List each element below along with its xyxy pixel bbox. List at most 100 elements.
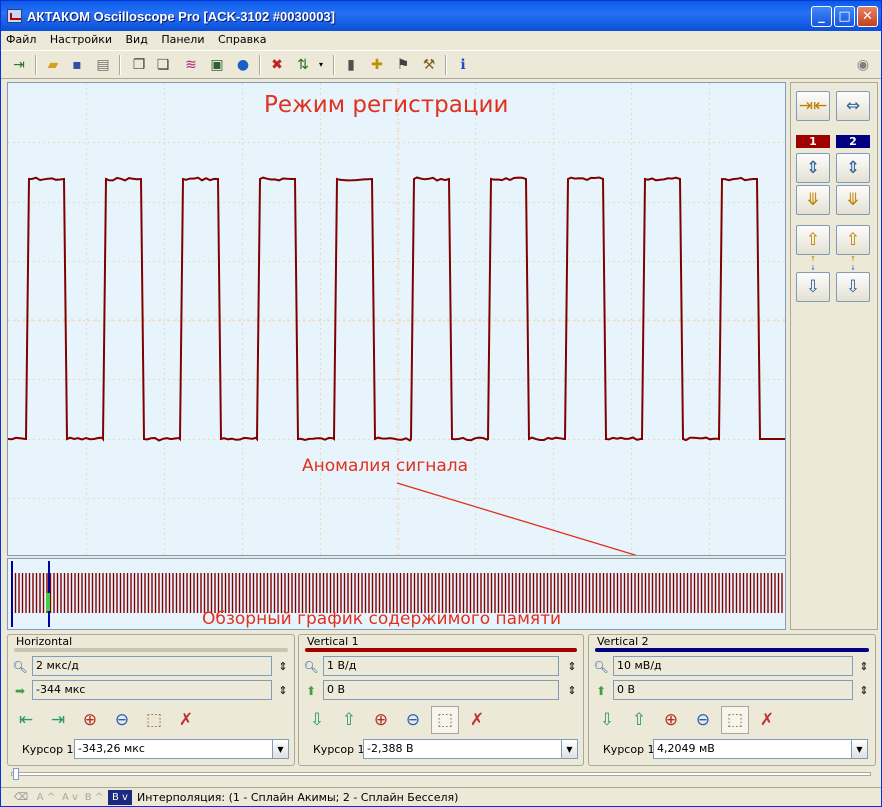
measurements-icon[interactable]: ⚑ xyxy=(393,55,413,75)
oscillogram-plot[interactable]: Режим регистрации Аномалия сигнала xyxy=(7,82,786,556)
menu-help[interactable]: Справка xyxy=(213,31,271,48)
toolbar-separator xyxy=(35,55,37,75)
expand-horizontal-icon[interactable]: ⇔ xyxy=(836,91,870,121)
fit-icon[interactable]: ⬚ xyxy=(721,706,749,734)
shift-right-icon[interactable]: ⇥ xyxy=(44,706,72,734)
scale-field[interactable]: 10 мВ/д xyxy=(613,656,853,676)
device-disconnect-icon[interactable]: ✖ xyxy=(267,55,287,75)
spinner-icon[interactable]: ⇕ xyxy=(565,658,579,674)
ch2-move-up-icon[interactable]: ⇧ xyxy=(836,225,870,255)
horizontal-scrollbar[interactable] xyxy=(7,768,873,782)
shift-down-icon[interactable]: ⇩ xyxy=(303,706,331,734)
menu-view[interactable]: Вид xyxy=(121,31,153,48)
shift-left-icon[interactable]: ⇤ xyxy=(12,706,40,734)
fit-icon[interactable]: ⬚ xyxy=(140,706,168,734)
cursor-a-up-button[interactable]: A ^ xyxy=(35,790,57,805)
about-icon[interactable]: ℹ xyxy=(453,55,473,75)
cursor-b-up-button[interactable]: B ^ xyxy=(83,790,105,805)
anomaly-label: Аномалия сигнала xyxy=(302,456,469,476)
cursor-value-select[interactable]: -2,388 В xyxy=(363,739,563,759)
zoom-icon: 🔍︎ xyxy=(303,660,319,674)
waveform-icon[interactable]: ≋ xyxy=(181,55,201,75)
status-indicator-icon: ◉ xyxy=(856,57,870,73)
zoom-in-icon[interactable]: ⊕ xyxy=(657,706,685,734)
ch1-move-down-icon[interactable]: ⇩ xyxy=(796,272,830,302)
run-icon[interactable]: ● xyxy=(233,55,253,75)
spinner-icon[interactable]: ⇕ xyxy=(565,682,579,698)
open-folder-icon[interactable]: ▰ xyxy=(43,55,63,75)
group-title: Vertical 2 xyxy=(595,635,651,648)
exit-icon[interactable]: ⇥ xyxy=(9,55,29,75)
group-title: Horizontal xyxy=(14,635,75,648)
ch2-step-up-icon[interactable]: ↑ xyxy=(836,255,870,263)
arrow-right-icon: ➡ xyxy=(14,684,26,698)
interpolation-status: Интерполяция: (1 - Сплайн Акимы; 2 - Спл… xyxy=(137,791,459,804)
arrow-up-icon: ⬆ xyxy=(595,684,607,698)
scale-field[interactable]: 1 В/д xyxy=(323,656,559,676)
spinner-icon[interactable]: ⇕ xyxy=(276,682,290,698)
zoom-out-icon[interactable]: ⊖ xyxy=(399,706,427,734)
dropdown-icon[interactable]: ▼ xyxy=(561,739,578,759)
cursor-off-icon[interactable]: ✗ xyxy=(463,706,491,734)
copy-graph-icon[interactable]: ❏ xyxy=(153,55,173,75)
plot-canvas xyxy=(8,83,785,555)
ch1-compress-vertical-icon[interactable]: ⤋ xyxy=(796,185,830,215)
save-icon[interactable]: ▪ xyxy=(67,55,87,75)
print-icon[interactable]: ▤ xyxy=(93,55,113,75)
ch1-step-down-icon[interactable]: ↓ xyxy=(796,264,830,272)
timebase-field[interactable]: 2 мкс/д xyxy=(32,656,272,676)
app-icon[interactable] xyxy=(7,9,22,23)
offset-field[interactable]: -344 мкс xyxy=(32,680,272,700)
scroll-track[interactable] xyxy=(11,772,871,776)
spinner-icon[interactable]: ⇕ xyxy=(276,658,290,674)
ch2-step-down-icon[interactable]: ↓ xyxy=(836,264,870,272)
eraser-icon[interactable]: ⌫ xyxy=(11,790,31,805)
cursors-icon[interactable]: ✚ xyxy=(367,55,387,75)
spinner-icon[interactable]: ⇕ xyxy=(857,658,871,674)
memory-overview-plot[interactable]: Обзорный график содержимого памяти xyxy=(7,558,786,630)
window-title: АКТАКОМ Oscilloscope Pro [ACK-3102 #0030… xyxy=(27,9,335,24)
minimize-button[interactable]: _ xyxy=(811,6,832,27)
ch2-compress-vertical-icon[interactable]: ⤋ xyxy=(836,185,870,215)
cursor-off-icon[interactable]: ✗ xyxy=(753,706,781,734)
channel-1-header: 1 xyxy=(796,135,830,148)
device-connect-icon[interactable]: ⇅ xyxy=(293,55,313,75)
shift-down-icon[interactable]: ⇩ xyxy=(593,706,621,734)
dropdown-arrow-icon[interactable]: ▾ xyxy=(315,55,327,75)
cursor-label: Курсор 1 xyxy=(603,743,655,756)
cursor-label: Курсор 1 xyxy=(313,743,365,756)
zoom-out-icon[interactable]: ⊖ xyxy=(689,706,717,734)
info-panel-icon[interactable]: ▮ xyxy=(341,55,361,75)
compress-horizontal-icon[interactable]: ⇥⇤ xyxy=(796,91,830,121)
shift-up-icon[interactable]: ⇧ xyxy=(335,706,363,734)
ch2-expand-vertical-icon[interactable]: ⇕ xyxy=(836,153,870,183)
menu-settings[interactable]: Настройки xyxy=(45,31,117,48)
ch2-move-down-icon[interactable]: ⇩ xyxy=(836,272,870,302)
menu-file[interactable]: Файл xyxy=(1,31,41,48)
ch1-expand-vertical-icon[interactable]: ⇕ xyxy=(796,153,830,183)
cursor-off-icon[interactable]: ✗ xyxy=(172,706,200,734)
zoom-in-icon[interactable]: ⊕ xyxy=(76,706,104,734)
ch1-move-up-icon[interactable]: ⇧ xyxy=(796,225,830,255)
maximize-button[interactable]: □ xyxy=(834,6,855,27)
cursor-a-down-button[interactable]: A v xyxy=(59,790,81,805)
shift-up-icon[interactable]: ⇧ xyxy=(625,706,653,734)
ch1-step-up-icon[interactable]: ↑ xyxy=(796,255,830,263)
tools-icon[interactable]: ⚒ xyxy=(419,55,439,75)
close-button[interactable]: ✕ xyxy=(857,6,878,27)
offset-field[interactable]: 0 В xyxy=(613,680,853,700)
zoom-out-icon[interactable]: ⊖ xyxy=(108,706,136,734)
spinner-icon[interactable]: ⇕ xyxy=(857,682,871,698)
screen-capture-icon[interactable]: ▣ xyxy=(207,55,227,75)
fit-icon[interactable]: ⬚ xyxy=(431,706,459,734)
offset-field[interactable]: 0 В xyxy=(323,680,559,700)
dropdown-icon[interactable]: ▼ xyxy=(272,739,289,759)
cursor-value-select[interactable]: -343,26 мкс xyxy=(74,739,274,759)
scroll-thumb[interactable] xyxy=(13,768,19,780)
cursor-b-down-button[interactable]: B v xyxy=(108,790,132,805)
menu-panels[interactable]: Панели xyxy=(156,31,209,48)
copy-icon[interactable]: ❐ xyxy=(129,55,149,75)
zoom-in-icon[interactable]: ⊕ xyxy=(367,706,395,734)
cursor-value-select[interactable]: 4,2049 мВ xyxy=(653,739,853,759)
dropdown-icon[interactable]: ▼ xyxy=(851,739,868,759)
